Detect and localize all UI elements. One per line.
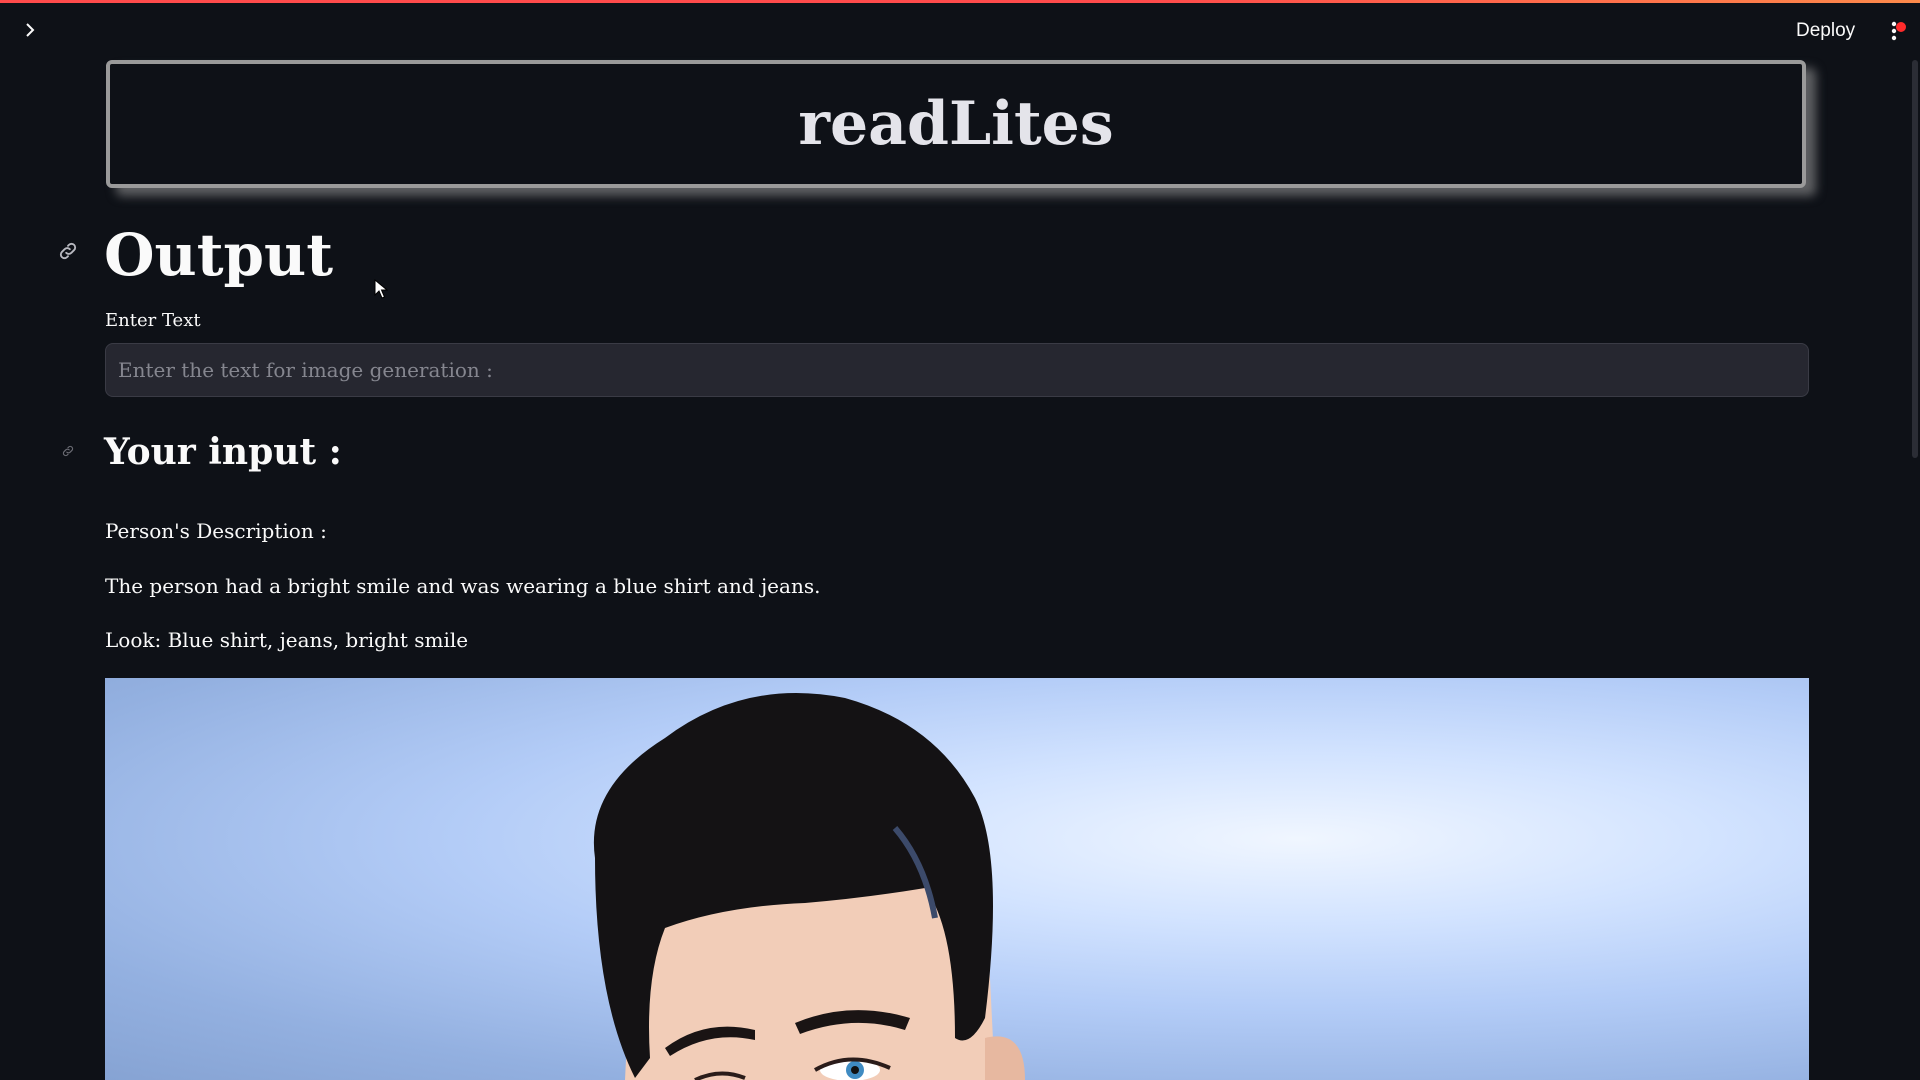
chevron-right-icon (26, 23, 35, 37)
description-label: Person's Description : (105, 519, 327, 543)
output-anchor-link[interactable] (55, 238, 81, 264)
image-prompt-input[interactable] (105, 343, 1809, 397)
generated-portrait-image (105, 678, 1809, 1080)
portrait-image (593, 693, 1025, 1080)
enter-text-label: Enter Text (105, 310, 201, 331)
output-heading: Output (104, 221, 333, 289)
main-menu-button[interactable] (1880, 14, 1908, 48)
app-title: readLites (798, 89, 1114, 159)
look-text: Look: Blue shirt, jeans, bright smile (105, 628, 469, 652)
your-input-anchor-link[interactable] (55, 438, 81, 464)
description-text: The person had a bright smile and was we… (105, 574, 821, 598)
notification-dot (1896, 22, 1906, 32)
top-accent-bar (0, 0, 1920, 3)
mouse-cursor-icon (374, 279, 388, 299)
link-icon (59, 242, 77, 260)
sidebar-toggle-button[interactable] (18, 18, 42, 42)
link-icon (62, 445, 74, 457)
app-title-card: readLites (106, 60, 1806, 188)
deploy-button[interactable]: Deploy (1784, 14, 1867, 48)
your-input-heading: Your input : (104, 431, 342, 473)
page-scrollbar[interactable] (1912, 60, 1918, 458)
